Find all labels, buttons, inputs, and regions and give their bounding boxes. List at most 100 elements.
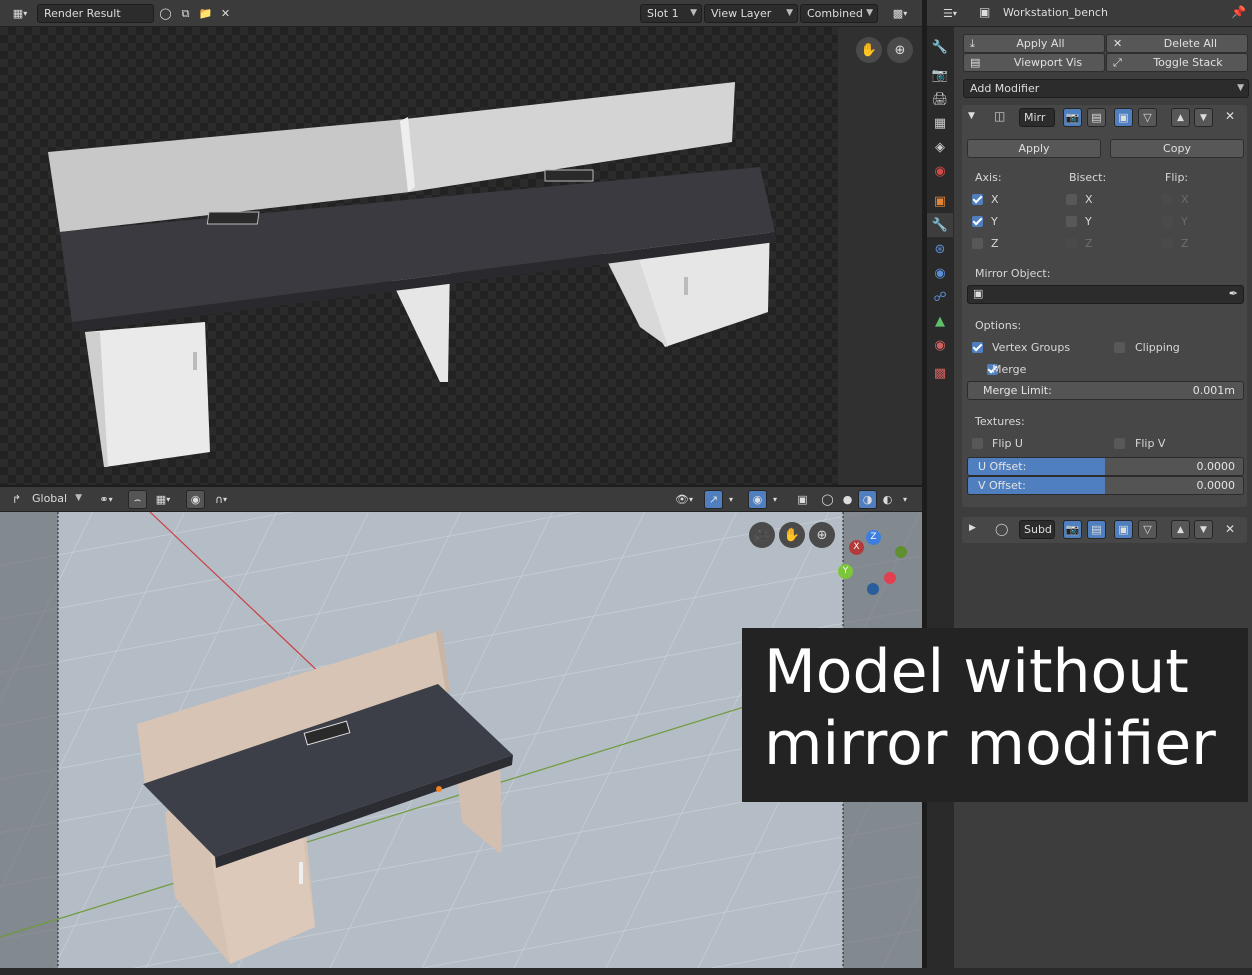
flip-y-checkbox[interactable] — [1162, 216, 1173, 227]
viewport-vis-button[interactable]: ▤ Viewport Vis — [963, 53, 1105, 72]
transform-orientation-dropdown[interactable]: Global ▼ — [26, 490, 86, 509]
mirror-copy-button[interactable]: Copy — [1110, 139, 1244, 158]
eyedropper-icon[interactable]: ✒ — [1229, 287, 1238, 300]
viewport-toggle-icon[interactable]: ▤ — [1087, 108, 1106, 127]
bisect-x-checkbox[interactable] — [1066, 194, 1077, 205]
gizmo-neg-x[interactable] — [884, 572, 896, 584]
image-name-field[interactable]: Render Result — [37, 4, 154, 23]
flip-v-checkbox[interactable] — [1114, 438, 1125, 449]
mirror-object-field[interactable]: ▣ ✒ — [967, 285, 1244, 304]
toggle-stack-button[interactable]: ⤢ Toggle Stack — [1106, 53, 1248, 72]
texture-tab-icon[interactable]: ▩ — [927, 361, 953, 385]
xray-icon[interactable]: ▣ — [793, 490, 812, 509]
gizmo-axis-x[interactable]: X — [849, 540, 864, 555]
gizmo-toggle-icon[interactable]: ↗ — [704, 490, 723, 509]
gizmo-axis-z[interactable]: Z — [866, 530, 881, 545]
proportional-edit-icon[interactable]: ◉ — [186, 490, 205, 509]
gizmo-neg-y[interactable] — [895, 546, 907, 558]
snap-target-icon[interactable]: ▦ ▾ — [148, 490, 178, 509]
pan-hand-icon[interactable]: ✋ — [856, 37, 882, 63]
subsurf-name-field[interactable]: Subd — [1019, 520, 1055, 539]
editor-type-button[interactable]: ▦ ▾ — [5, 4, 35, 23]
material-shading-icon[interactable]: ◑ — [858, 490, 877, 509]
fake-user-icon[interactable]: ◯ — [156, 4, 175, 23]
viewport-toggle-icon[interactable]: ▤ — [1087, 520, 1106, 539]
pin-icon[interactable]: 📌 — [1231, 5, 1246, 19]
view-layer-dropdown[interactable]: View Layer ▼ — [704, 4, 798, 23]
close-icon[interactable]: ✕ — [216, 4, 235, 23]
clipping-checkbox[interactable] — [1114, 342, 1125, 353]
gizmo-neg-z[interactable] — [867, 583, 879, 595]
u-offset-field[interactable]: U Offset: 0.0000 — [967, 457, 1244, 476]
collapse-triangle-icon[interactable]: ▼ — [968, 111, 975, 121]
move-up-icon[interactable]: ▲ — [1171, 520, 1190, 539]
add-modifier-dropdown[interactable]: Add Modifier ▼ — [963, 79, 1249, 98]
expand-triangle-icon[interactable]: ▶ — [969, 523, 976, 533]
cage-toggle-icon[interactable]: ▽ — [1138, 520, 1157, 539]
particles-tab-icon[interactable]: ⊛ — [927, 237, 953, 261]
render-toggle-icon[interactable]: 📷 — [1063, 520, 1082, 539]
navigation-gizmo[interactable]: Z X Y — [838, 530, 908, 602]
pan-hand-icon[interactable]: ✋ — [779, 522, 805, 548]
axis-y-checkbox[interactable] — [972, 216, 983, 227]
apply-all-button[interactable]: ⤓ Apply All — [963, 34, 1105, 53]
gizmo-axis-y[interactable]: Y — [838, 564, 853, 579]
delete-all-button[interactable]: ✕ Delete All — [1106, 34, 1248, 53]
snap-icon[interactable]: ⌢ — [128, 490, 147, 509]
overlays-icon[interactable]: ◉ — [748, 490, 767, 509]
slot-dropdown[interactable]: Slot 1 ▼ — [640, 4, 702, 23]
view-layer-tab-icon[interactable]: ▦ — [927, 111, 953, 135]
flip-z-checkbox[interactable] — [1162, 238, 1173, 249]
editmode-toggle-icon[interactable]: ▣ — [1114, 520, 1133, 539]
camera-view-icon[interactable]: 🎥 — [749, 522, 775, 548]
modifier-tab-icon[interactable]: 🔧 — [927, 213, 953, 237]
editmode-toggle-icon[interactable]: ▣ — [1114, 108, 1133, 127]
bisect-z-checkbox[interactable] — [1066, 238, 1077, 249]
remove-modifier-icon[interactable]: ✕ — [1225, 522, 1235, 536]
world-tab-icon[interactable]: ◉ — [927, 159, 953, 183]
rendered-shading-icon[interactable]: ◐ — [878, 490, 897, 509]
merge-limit-field[interactable]: Merge Limit: 0.001m — [967, 381, 1244, 400]
scene-tab-icon[interactable]: ◈ — [927, 135, 953, 159]
pivot-point-icon[interactable]: ⚭ ▾ — [92, 490, 120, 509]
wireframe-shading-icon[interactable]: ◯ — [818, 490, 837, 509]
move-down-icon[interactable]: ▼ — [1194, 520, 1213, 539]
axis-x-checkbox[interactable] — [972, 194, 983, 205]
mirror-apply-button[interactable]: Apply — [967, 139, 1101, 158]
falloff-icon[interactable]: ∩ ▾ — [206, 490, 236, 509]
v-offset-field[interactable]: V Offset: 0.0000 — [967, 476, 1244, 495]
move-up-icon[interactable]: ▲ — [1171, 108, 1190, 127]
flip-x-checkbox[interactable] — [1162, 194, 1173, 205]
material-tab-icon[interactable]: ◉ — [927, 333, 953, 357]
zoom-icon[interactable]: ⊕ — [809, 522, 835, 548]
remove-modifier-icon[interactable]: ✕ — [1225, 109, 1235, 123]
render-toggle-icon[interactable]: 📷 — [1063, 108, 1082, 127]
overlays-chevron-icon[interactable]: ▾ — [768, 490, 782, 509]
render-pass-dropdown[interactable]: Combined ▼ — [800, 4, 878, 23]
shading-chevron-icon[interactable]: ▾ — [898, 490, 912, 509]
mirror-name-field[interactable]: Mirr — [1019, 108, 1055, 127]
display-channels-icon[interactable]: ▩ ▾ — [884, 4, 916, 23]
open-image-icon[interactable]: 📁 — [196, 4, 215, 23]
render-result-canvas[interactable]: ✋ ⊕ — [0, 27, 922, 486]
object-tab-icon[interactable]: ▣ — [927, 189, 953, 213]
render-tab-icon[interactable]: 📷 — [927, 63, 953, 87]
bisect-y-checkbox[interactable] — [1066, 216, 1077, 227]
editor-divider[interactable] — [0, 485, 922, 487]
physics-tab-icon[interactable]: ◉ — [927, 261, 953, 285]
output-tab-icon[interactable]: 🖨 — [927, 87, 953, 111]
constraints-tab-icon[interactable]: ☍ — [927, 285, 953, 309]
zoom-icon[interactable]: ⊕ — [887, 37, 913, 63]
vertex-groups-checkbox[interactable] — [972, 342, 983, 353]
move-down-icon[interactable]: ▼ — [1194, 108, 1213, 127]
cage-toggle-icon[interactable]: ▽ — [1138, 108, 1157, 127]
visibility-icon[interactable]: 👁 ▾ — [670, 490, 698, 509]
object-data-tab-icon[interactable]: ▲ — [927, 309, 953, 333]
axis-z-checkbox[interactable] — [972, 238, 983, 249]
solid-shading-icon[interactable]: ● — [838, 490, 857, 509]
flip-u-checkbox[interactable] — [972, 438, 983, 449]
gizmo-chevron-icon[interactable]: ▾ — [724, 490, 738, 509]
properties-editor-type-icon[interactable]: ☰ ▾ — [935, 4, 965, 23]
tool-tab-icon[interactable]: 🔧 — [927, 35, 953, 59]
new-image-icon[interactable]: ⧉ — [176, 4, 195, 23]
